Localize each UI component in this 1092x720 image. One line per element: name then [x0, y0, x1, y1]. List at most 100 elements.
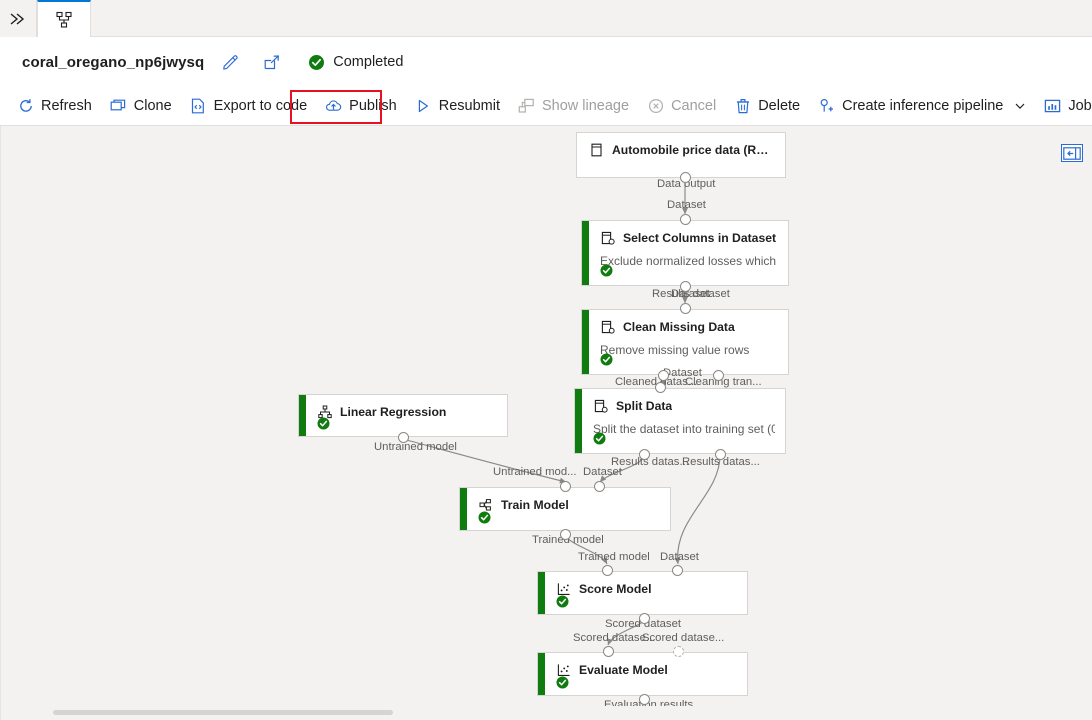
node-evaluate-model[interactable]: Evaluate Model: [537, 652, 748, 696]
clone-button[interactable]: Clone: [101, 90, 181, 122]
node-automobile-price-data-raw[interactable]: Automobile price data (Raw): [576, 132, 786, 178]
publish-button[interactable]: Publish: [316, 90, 406, 122]
expand-left-panel-button[interactable]: [1061, 144, 1083, 162]
job-overview-button[interactable]: Job overview: [1035, 90, 1092, 122]
port-evaluation-results-output[interactable]: [639, 694, 650, 705]
cancel-button[interactable]: Cancel: [638, 90, 725, 122]
node-title: Evaluate Model: [579, 662, 668, 677]
node-description: Remove missing value rows: [600, 343, 750, 357]
node-title: Select Columns in Dataset: [623, 230, 777, 245]
job-overview-label: Job overview: [1068, 98, 1092, 114]
status-badge: Completed: [308, 54, 403, 71]
port-score-dataset-input[interactable]: [672, 565, 683, 576]
node-clean-missing-data[interactable]: Clean Missing Data Remove missing value …: [581, 309, 789, 375]
pencil-icon: [222, 54, 238, 70]
port-select-columns-output[interactable]: [680, 281, 691, 292]
chart-report-icon: [1044, 98, 1061, 115]
resubmit-button[interactable]: Resubmit: [406, 90, 509, 122]
node-score-model[interactable]: Score Model: [537, 571, 748, 615]
port-clean-missing-input[interactable]: [680, 303, 691, 314]
scatter-plot-icon: [556, 581, 571, 596]
refresh-icon: [17, 98, 34, 115]
port-split-results-2[interactable]: [715, 449, 726, 460]
tab-strip: [0, 0, 1092, 38]
port-evaluate-scored-dataset-input-2[interactable]: [673, 646, 684, 657]
port-label: Scored datase...: [642, 632, 725, 644]
port-score-trained-model-input[interactable]: [602, 565, 613, 576]
pipeline-canvas[interactable]: Automobile price data (Raw) Data output …: [0, 126, 1092, 720]
trash-icon: [734, 98, 751, 115]
node-status-bar: [575, 389, 582, 453]
command-bar: Refresh Clone Export to code Publish Res…: [0, 87, 1092, 126]
publish-label: Publish: [349, 98, 397, 114]
lineage-icon: [518, 98, 535, 115]
node-title: Clean Missing Data: [623, 319, 735, 334]
port-label: Trained model: [578, 551, 650, 563]
node-title: Linear Regression: [340, 404, 447, 419]
play-triangle-icon: [415, 98, 432, 115]
port-scored-dataset-output[interactable]: [639, 613, 650, 624]
select-columns-icon: [600, 230, 615, 245]
clone-icon: [110, 98, 127, 115]
node-status-bar: [460, 488, 467, 530]
canvas-horizontal-scrollbar[interactable]: [1, 706, 1092, 720]
port-label: Untrained model: [374, 441, 457, 453]
port-cleaned-dataset-output[interactable]: [658, 370, 669, 381]
port-untrained-model-output[interactable]: [398, 432, 409, 443]
create-inference-pipeline-label: Create inference pipeline: [842, 98, 1004, 114]
node-success-icon: [600, 264, 613, 277]
port-label: Dataset: [660, 551, 699, 563]
code-file-icon: [190, 98, 207, 115]
node-status-bar: [582, 221, 589, 285]
create-inference-pipeline-button[interactable]: Create inference pipeline: [809, 90, 1035, 122]
rename-pipeline-button[interactable]: [218, 50, 242, 74]
node-split-data[interactable]: Split Data Split the dataset into traini…: [574, 388, 786, 454]
database-dataset-icon: [589, 142, 604, 157]
node-train-model[interactable]: Train Model: [459, 487, 671, 531]
port-select-columns-input[interactable]: [680, 214, 691, 225]
clean-data-icon: [600, 319, 615, 334]
cancel-circle-icon: [647, 98, 664, 115]
node-success-icon: [600, 353, 613, 366]
port-train-untrained-model-input[interactable]: [560, 481, 571, 492]
port-label: Dataset: [671, 288, 710, 300]
scrollbar-thumb[interactable]: [53, 710, 393, 715]
node-select-columns-in-dataset[interactable]: Select Columns in Dataset Exclude normal…: [581, 220, 789, 286]
export-to-code-label: Export to code: [213, 98, 308, 114]
port-data-output[interactable]: [680, 172, 691, 183]
inference-pipeline-icon: [818, 98, 835, 115]
node-title: Automobile price data (Raw): [612, 142, 775, 157]
page-title: coral_oregano_np6jwysq: [22, 53, 205, 71]
node-title: Train Model: [501, 497, 569, 512]
pipeline-job-page: coral_oregano_np6jwysq Completed Refresh…: [0, 0, 1092, 720]
share-pipeline-button[interactable]: [260, 50, 284, 74]
port-cleaning-transform-output[interactable]: [713, 370, 724, 381]
expand-nav-chevron-button[interactable]: [0, 0, 37, 37]
tab-pipeline-graph[interactable]: [37, 0, 91, 38]
port-trained-model-output[interactable]: [560, 529, 571, 540]
scatter-plot-icon: [556, 662, 571, 677]
refresh-button[interactable]: Refresh: [8, 90, 101, 122]
port-evaluate-scored-dataset-input-1[interactable]: [603, 646, 614, 657]
node-status-bar: [299, 395, 306, 436]
node-success-icon: [478, 511, 491, 524]
show-lineage-button[interactable]: Show lineage: [509, 90, 638, 122]
node-success-icon: [556, 676, 569, 689]
cancel-label: Cancel: [671, 98, 717, 114]
split-data-icon: [593, 398, 608, 413]
title-bar: coral_oregano_np6jwysq Completed: [0, 37, 1092, 87]
delete-button[interactable]: Delete: [725, 90, 809, 122]
port-train-dataset-input[interactable]: [594, 481, 605, 492]
pipeline-graph-icon: [56, 11, 72, 28]
node-status-bar: [538, 572, 545, 614]
expand-left-panel-icon: [1063, 146, 1081, 160]
export-to-code-button[interactable]: Export to code: [181, 90, 317, 122]
node-description: Split the dataset into training set (0.7…: [593, 422, 775, 436]
pipeline-edges: [402, 177, 721, 646]
port-split-results-1[interactable]: [639, 449, 650, 460]
delete-label: Delete: [758, 98, 801, 114]
node-linear-regression[interactable]: Linear Regression: [298, 394, 508, 437]
port-split-data-input[interactable]: [655, 382, 666, 393]
double-chevron-right-icon: [10, 12, 25, 25]
node-status-bar: [582, 310, 589, 374]
